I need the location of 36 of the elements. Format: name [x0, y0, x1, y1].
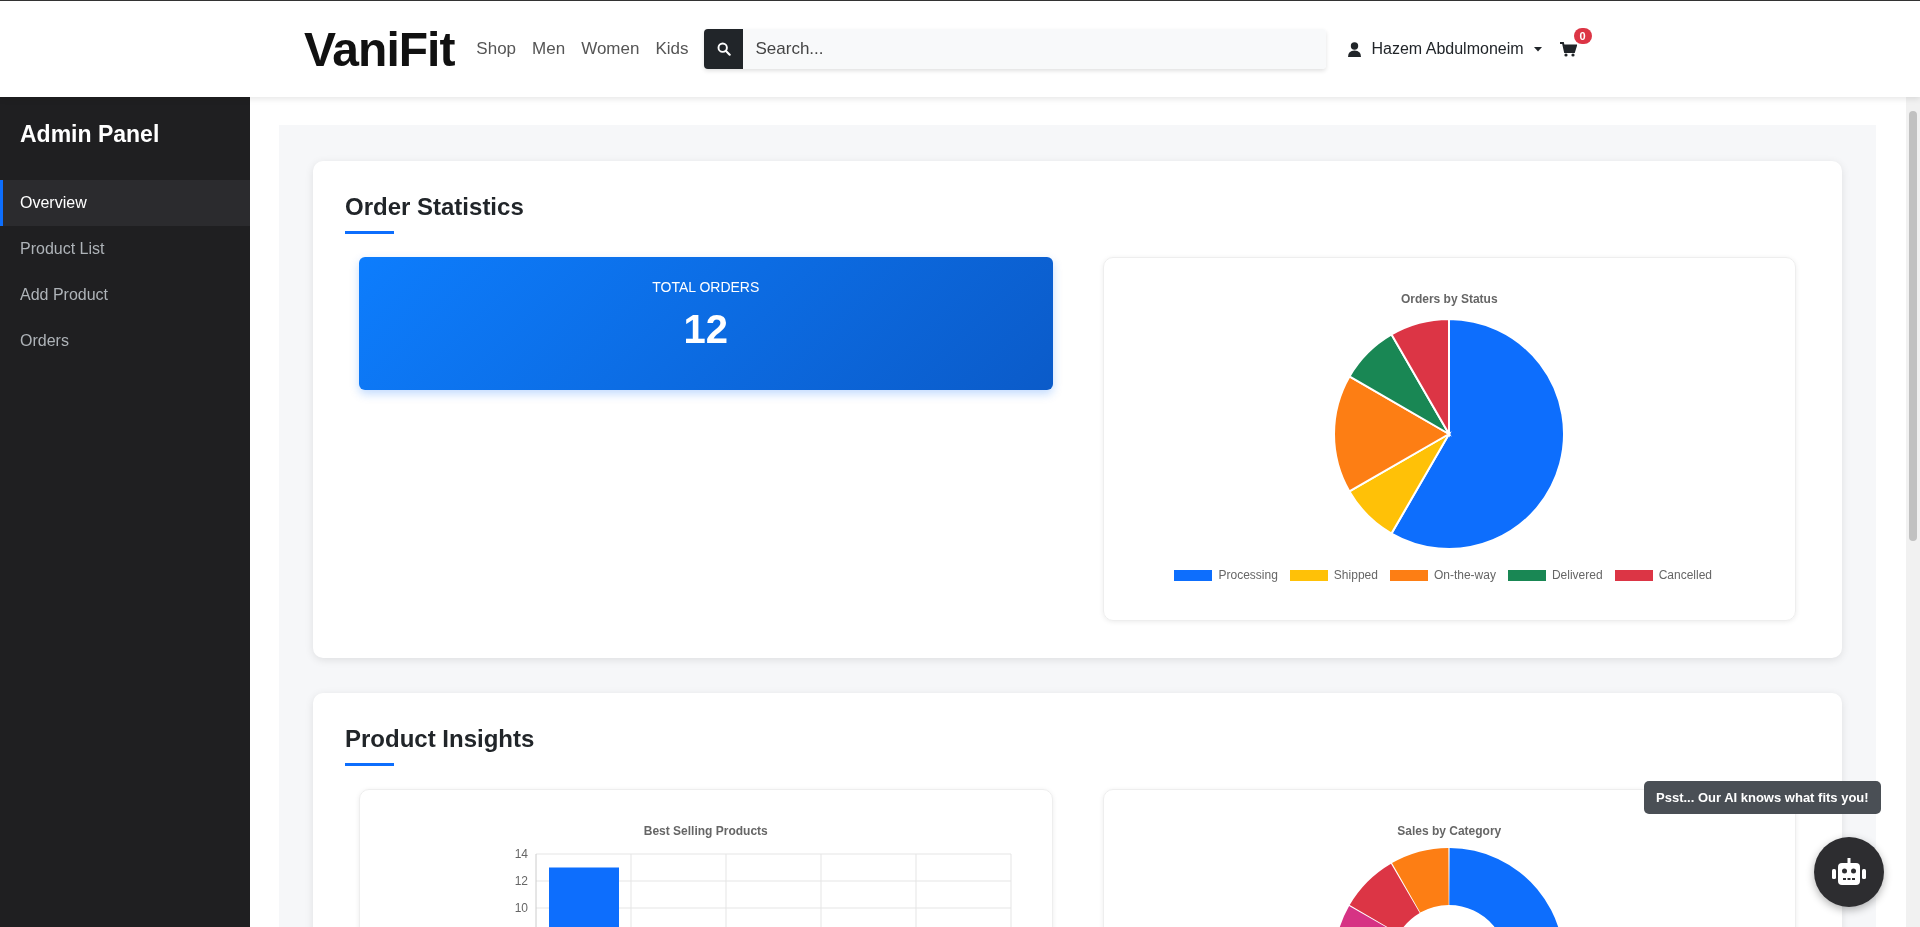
legend-label: Shipped	[1333, 568, 1378, 582]
chart-title: Sales by Category	[1397, 824, 1502, 838]
legend-label: Delivered	[1551, 568, 1603, 582]
cart-icon[interactable]	[1559, 41, 1577, 57]
logo[interactable]: VaniFit	[304, 21, 455, 77]
chart-title: Best Selling Products	[643, 824, 768, 838]
sidebar-item[interactable]: Overview	[0, 180, 250, 226]
axis-tick-label: 14	[514, 847, 528, 861]
sidebar-item[interactable]: Add Product	[0, 272, 250, 318]
total-orders-value: 12	[682, 307, 729, 352]
section-title: Product Insights	[345, 725, 536, 753]
axis-tick-label: 12	[514, 874, 528, 888]
nav-link[interactable]: Men	[532, 39, 566, 59]
assistant-tooltip: Psst... Our AI knows what fits you!	[1644, 781, 1881, 814]
legend-label: Processing	[1218, 568, 1278, 582]
section-title: Order Statistics	[345, 193, 525, 221]
axis-tick-label: 10	[514, 901, 528, 915]
nav-link[interactable]: Kids	[655, 39, 689, 59]
sidebar-item[interactable]: Product List	[0, 226, 250, 272]
user-menu[interactable]: Hazem Abdulmoneim	[1348, 40, 1542, 58]
user-icon	[1348, 41, 1362, 57]
caret-icon	[1533, 46, 1542, 52]
search-button[interactable]	[704, 29, 744, 69]
sidebar-item[interactable]: Orders	[0, 318, 250, 364]
robot-icon	[1832, 858, 1866, 886]
chart-title: Orders by Status	[1400, 292, 1498, 306]
total-orders-label: TOTAL ORDERS	[651, 279, 761, 295]
scrollbar[interactable]	[1906, 97, 1920, 927]
search-icon	[717, 42, 731, 56]
legend-label: On-the-way	[1433, 568, 1496, 582]
nav-link[interactable]: Shop	[476, 39, 517, 59]
bar	[548, 867, 619, 927]
legend-label: Cancelled	[1658, 568, 1712, 582]
cart-count-badge: 0	[1573, 27, 1592, 44]
sidebar-title: Admin Panel	[19, 120, 161, 149]
nav-link[interactable]: Women	[581, 39, 640, 59]
